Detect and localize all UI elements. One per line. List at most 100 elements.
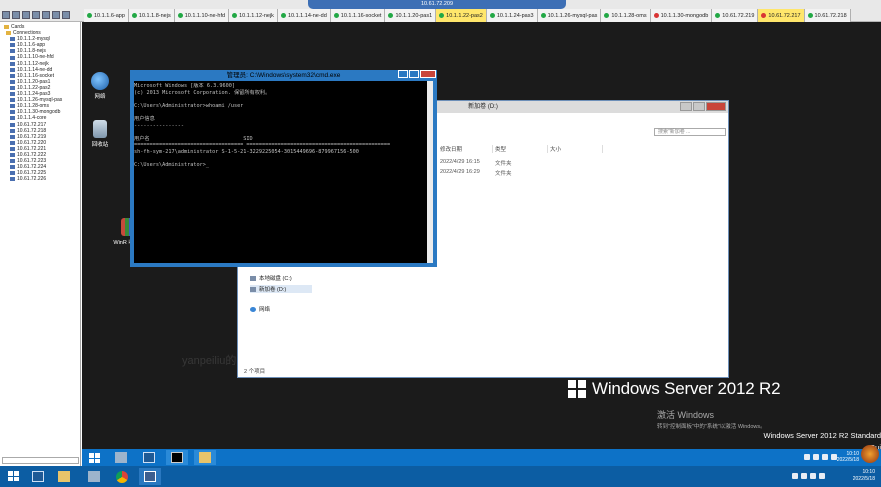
console-output[interactable]: Microsoft Windows [版本 6.3.9600] (c) 2013 … [134, 83, 429, 263]
column-header-size[interactable]: 大小 [548, 145, 603, 153]
settings-icon[interactable] [42, 11, 50, 19]
tray-volume-icon[interactable] [810, 473, 816, 479]
server-icon [10, 128, 15, 133]
session-tab-strip: 10.61.72.209 10.1.1.6-app 10.1.1.8-nejs 10… [0, 0, 881, 22]
server-icon [10, 49, 15, 54]
open-icon[interactable] [12, 11, 20, 19]
session-tab[interactable]: 10.1.1.22-pas2 [436, 9, 487, 22]
column-header-type[interactable]: 类型 [493, 145, 548, 153]
close-button[interactable] [706, 102, 726, 111]
status-dot-icon [177, 13, 183, 18]
explorer-taskbar-icon[interactable] [194, 450, 216, 465]
minimize-button[interactable] [680, 102, 692, 111]
rdcman-icon[interactable] [139, 468, 161, 485]
session-tab[interactable]: 10.1.1.20-pas1 [385, 9, 437, 22]
session-tab[interactable]: 10.1.1.28-oms [601, 9, 651, 22]
remote-tray-icons [804, 454, 837, 460]
desktop-icon-recycle-bin[interactable]: 回收站 [85, 120, 115, 148]
session-tab[interactable]: 10.1.1.8-nejs [128, 9, 175, 22]
server-manager-icon[interactable] [110, 450, 132, 465]
session-tab[interactable]: 10.1.1.24-pas3 [486, 9, 538, 22]
powershell-icon[interactable] [27, 468, 49, 485]
server-icon [10, 61, 15, 66]
server-icon [10, 98, 15, 103]
status-dot-icon [280, 13, 286, 18]
server-icon [10, 37, 15, 42]
session-tab[interactable]: 10.1.1.30-mongodb [650, 9, 713, 22]
status-dot-icon [87, 13, 92, 18]
folder-icon [6, 31, 11, 36]
session-tab[interactable]: 10.1.1.16-socket [330, 9, 386, 22]
powershell-icon[interactable] [138, 450, 160, 465]
nav-item-drive-d[interactable]: 新加卷 (D:) [250, 285, 312, 293]
server-icon [10, 171, 15, 176]
tray-volume-icon[interactable] [822, 454, 828, 460]
tree-filter-input[interactable] [2, 457, 79, 464]
start-button[interactable] [84, 450, 106, 465]
host-clock[interactable]: 10:10 2022/5/18 [853, 469, 875, 483]
maximize-button[interactable] [409, 70, 419, 78]
server-icon [10, 73, 15, 78]
session-tab[interactable]: 10.1.1.6-app [84, 9, 129, 22]
session-tab[interactable]: 10.1.1.10-ne-hfd [174, 9, 230, 22]
session-tab[interactable]: 10.61.72.217 [758, 9, 805, 22]
screen-icon[interactable] [62, 11, 70, 19]
nav-item-drive-c[interactable]: 本地磁盘 (C:) [250, 274, 292, 282]
console-line: C:\Users\Administrator>whoami /user [134, 102, 244, 109]
tree-item-server[interactable]: 10.61.72.226 [10, 176, 80, 182]
cmd-taskbar-icon[interactable] [166, 450, 188, 465]
file-row[interactable]: 2022/4/29 16:29 文件夹 [440, 169, 512, 177]
server-manager-icon[interactable] [83, 468, 105, 485]
tray-network-icon[interactable] [813, 454, 819, 460]
explorer-search-input[interactable]: 搜索"新加卷 ... [654, 128, 726, 136]
cmd-window[interactable]: 管理员: C:\Windows\system32\cmd.exe Microso… [130, 70, 437, 267]
start-button[interactable] [3, 468, 25, 485]
tray-flag-icon[interactable] [792, 473, 798, 479]
nav-item-network[interactable]: 网络 [250, 305, 270, 313]
minimize-button[interactable] [398, 70, 408, 78]
server-icon [10, 140, 15, 145]
tray-ime-icon[interactable] [819, 473, 825, 479]
save-icon[interactable] [22, 11, 30, 19]
new-connection-icon[interactable] [2, 11, 10, 19]
session-tab[interactable]: 10.1.1.12-nejk [229, 9, 278, 22]
remote-desktop[interactable]: 网络 回收站 WinR 收_S yanpeiliu的IT yanpeiliu的I… [82, 22, 881, 466]
console-line: (c) 2013 Microsoft Corporation. 保留所有权利。 [134, 89, 271, 96]
explorer-title: 新加卷 (D:) [468, 104, 498, 110]
server-icon [10, 153, 15, 158]
status-dot-icon [807, 13, 813, 18]
desktop-icon-network[interactable]: 网络 [85, 72, 115, 100]
copy-icon[interactable] [32, 11, 40, 19]
status-dot-icon [333, 13, 339, 18]
session-tab[interactable]: 10.1.1.26-mysql-pas [537, 9, 602, 22]
maximize-button[interactable] [693, 102, 705, 111]
tray-network-icon[interactable] [801, 473, 807, 479]
notification-avatar[interactable] [861, 445, 879, 463]
close-button[interactable] [420, 70, 436, 78]
session-tab[interactable]: 10.1.1.14-ne-dd [277, 9, 331, 22]
session-tab[interactable]: 10.61.72.218 [804, 9, 851, 22]
network-icon [91, 72, 109, 90]
chrome-icon[interactable] [111, 468, 133, 485]
session-tab[interactable]: 10.61.72.219 [712, 9, 759, 22]
file-explorer-icon[interactable] [53, 468, 75, 485]
console-line: 用户信息 [134, 115, 155, 122]
folder-icon [4, 25, 9, 30]
help-icon[interactable] [52, 11, 60, 19]
column-header-date[interactable]: 修改日期 [438, 145, 493, 153]
server-icon [10, 134, 15, 139]
status-bar: 2 个项目 [244, 369, 266, 375]
server-icon [10, 177, 15, 182]
drive-icon [250, 286, 256, 292]
scrollbar[interactable] [427, 81, 433, 263]
tray-flag-icon[interactable] [804, 454, 810, 460]
server-icon [10, 79, 15, 84]
cmd-titlebar[interactable]: 管理员: C:\Windows\system32\cmd.exe [130, 70, 437, 81]
server-icon [10, 85, 15, 90]
remote-clock[interactable]: 10:10 2022/5/18 [837, 451, 859, 463]
connection-title-bar[interactable]: 10.61.72.209 [308, 0, 566, 9]
console-line: C:\Users\Administrator>_ [134, 162, 209, 169]
status-dot-icon [489, 13, 495, 18]
file-row[interactable]: 2022/4/29 16:15 文件夹 [440, 159, 512, 167]
console-line: 用户名 SID [134, 135, 253, 142]
